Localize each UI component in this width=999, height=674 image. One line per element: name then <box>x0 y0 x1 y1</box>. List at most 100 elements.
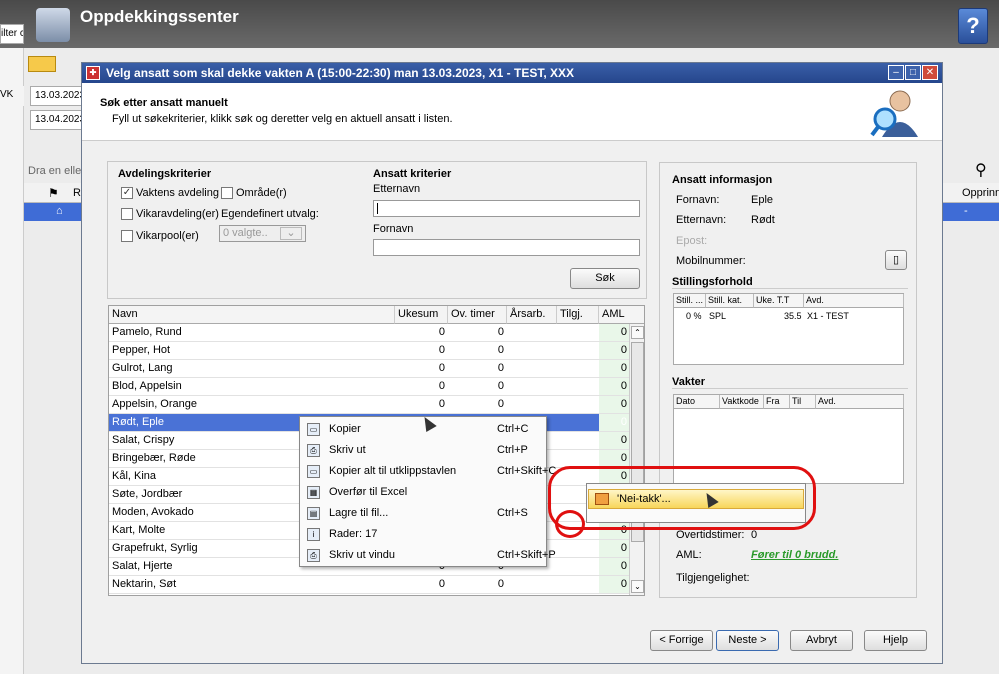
employee-name: Gulrot, Lang <box>112 362 173 374</box>
custom-selection-value: 0 valgte.. <box>223 227 268 239</box>
epost-label: Epost: <box>676 235 708 247</box>
context-menu: ▭ Kopier Ctrl+C ⎙ Skriv ut Ctrl+P ▭ Kopier alt … <box>299 416 556 567</box>
search-button[interactable]: Søk <box>570 268 640 289</box>
stilling-title: Stillingsforhold <box>672 276 908 289</box>
fornavn-value: Eple <box>751 194 774 206</box>
app-title: Oppdekkingssenter <box>80 7 239 26</box>
col-ov-timer[interactable]: Ov. timer <box>448 306 507 324</box>
grid-scrollbar[interactable]: ⌃ ⌄ <box>629 324 644 595</box>
employee-name: Kart, Molte <box>112 524 166 536</box>
vikarpool-checkbox[interactable] <box>121 230 133 242</box>
menu-item-label: Overfør til Excel <box>329 486 408 498</box>
close-icon[interactable]: ✕ <box>922 65 938 80</box>
employee-name: Moden, Avokado <box>112 506 194 518</box>
aml-cell: 0 <box>620 362 627 374</box>
cancel-button[interactable]: Avbryt <box>790 630 853 651</box>
info-title: Ansatt informasjon <box>672 174 773 186</box>
omrade-checkbox[interactable] <box>221 187 233 199</box>
firstname-label: Fornavn <box>373 223 414 235</box>
header-title: Søk etter ansatt manuelt <box>100 97 228 109</box>
dept-criteria-title: Avdelingskriterier <box>118 168 212 180</box>
context-menu-item[interactable]: i Rader: 17 <box>302 524 545 545</box>
lastname-label: Etternavn <box>373 183 421 195</box>
vk-label: VK <box>0 86 24 106</box>
stilling-h2: Uke. T.T <box>754 294 804 308</box>
menu-item-icon: ▭ <box>307 465 320 478</box>
lastname-input[interactable] <box>373 200 640 217</box>
vakter-h1: Vaktkode <box>720 395 764 409</box>
stilling-pct: 0 % <box>686 311 702 321</box>
ukesum-cell: 0 <box>438 326 445 338</box>
employee-name: Grapefrukt, Syrlig <box>112 542 198 554</box>
employee-name: Kål, Kina <box>112 470 157 482</box>
vaktens-avdeling-checkbox[interactable]: ✓ <box>121 187 133 199</box>
firstname-input[interactable] <box>373 239 640 256</box>
menu-item-label: Skriv ut vindu <box>329 549 396 561</box>
stilling-h1: Still. kat. <box>706 294 754 308</box>
ov-timer-cell: 0 <box>497 578 504 590</box>
stilling-h3: Avd. <box>804 294 904 308</box>
flag-icon: ⚑ <box>48 186 59 200</box>
left-strip <box>0 48 24 674</box>
context-menu-item[interactable]: ▦ Overfør til Excel <box>302 482 545 503</box>
aml-link[interactable]: Fører til 0 brudd. <box>751 549 838 561</box>
egendefinert-label: Egendefinert utvalg: <box>221 208 319 220</box>
table-row[interactable]: Nektarin, Søt 0 0 0 <box>109 576 629 594</box>
toolbar-grid-icon[interactable] <box>28 56 56 72</box>
menu-item-label: Kopier <box>329 423 361 435</box>
search-icon[interactable]: ⚲ <box>975 160 987 180</box>
message-icon <box>595 493 609 505</box>
scroll-down-icon[interactable]: ⌄ <box>631 580 644 593</box>
prev-button[interactable]: < Forrige <box>650 630 713 651</box>
ov-timer-cell: 0 <box>497 362 504 374</box>
context-menu-item[interactable]: ▤ Lagre til fil... Ctrl+S <box>302 503 545 524</box>
employee-name: Salat, Hjerte <box>112 560 173 572</box>
minimize-icon[interactable]: – <box>888 65 904 80</box>
menu-item-label: Rader: 17 <box>329 528 378 540</box>
stilling-h0: Still. ... <box>674 294 706 308</box>
vikaravdeling-checkbox[interactable] <box>121 208 133 220</box>
menu-item-icon: ▦ <box>307 486 320 499</box>
table-row[interactable]: Gulrot, Lang 0 0 0 <box>109 360 629 378</box>
employee-name: Rødt, Eple <box>112 416 164 428</box>
context-menu-item[interactable]: ⎙ Skriv ut Ctrl+P <box>302 440 545 461</box>
table-row[interactable]: Appelsin, Orange 0 0 0 <box>109 396 629 414</box>
context-menu-item[interactable]: ▭ Kopier alt til utklippstavlen Ctrl+Skift… <box>302 461 556 482</box>
vakter-h3: Til <box>790 395 816 409</box>
aml-cell: 0 <box>620 326 627 338</box>
omrade-label: Område(r) <box>236 187 287 199</box>
dialog-titlebar: ✚ Velg ansatt som skal dekke vakten A (1… <box>82 63 942 83</box>
table-row[interactable]: Pamelo, Rund 0 0 0 <box>109 324 629 342</box>
tilgj-label: Tilgjengelighet: <box>676 572 750 584</box>
scroll-up-icon[interactable]: ⌃ <box>631 326 644 339</box>
filter-button[interactable]: ilter c <box>0 24 24 44</box>
menu-item-label: Kopier alt til utklippstavlen <box>329 465 457 477</box>
employee-name: Appelsin, Orange <box>112 398 197 410</box>
emp-criteria-title: Ansatt kriterier <box>373 168 452 180</box>
context-menu-item[interactable]: ⎙ Skriv ut vindu Ctrl+Skift+P <box>302 545 556 566</box>
maximize-icon[interactable]: □ <box>905 65 921 80</box>
ov-timer-cell: 0 <box>497 380 504 392</box>
custom-selection-dropdown[interactable]: 0 valgte.. ⌄ <box>219 225 306 242</box>
next-button[interactable]: Neste > <box>716 630 779 651</box>
overtid-value: 0 <box>751 529 758 541</box>
col-arsarb[interactable]: Årsarb. <box>507 306 557 324</box>
col-ukesum[interactable]: Ukesum <box>395 306 448 324</box>
table-row[interactable]: Blod, Appelsin 0 0 0 <box>109 378 629 396</box>
etternavn-value: Rødt <box>751 214 775 226</box>
help-book-icon[interactable]: ? <box>958 8 988 44</box>
phone-icon[interactable]: ▯ <box>885 250 907 270</box>
home-icon: ⌂ <box>56 205 63 217</box>
employee-name: Pepper, Hot <box>112 344 171 356</box>
dialog-title: Velg ansatt som skal dekke vakten A (15:… <box>106 66 575 80</box>
col-tilgj[interactable]: Tilgj. <box>557 306 599 324</box>
help-button[interactable]: Hjelp <box>864 630 927 651</box>
ukesum-cell: 0 <box>438 344 445 356</box>
col-navn[interactable]: Navn <box>109 306 395 324</box>
menu-item-icon: i <box>307 528 320 541</box>
nei-takk-menu-item[interactable]: 'Nei-takk'... <box>588 489 804 509</box>
col-aml[interactable]: AML <box>599 306 644 324</box>
mobil-label: Mobilnummer: <box>676 255 746 267</box>
ukesum-cell: 0 <box>438 380 445 392</box>
table-row[interactable]: Pepper, Hot 0 0 0 <box>109 342 629 360</box>
